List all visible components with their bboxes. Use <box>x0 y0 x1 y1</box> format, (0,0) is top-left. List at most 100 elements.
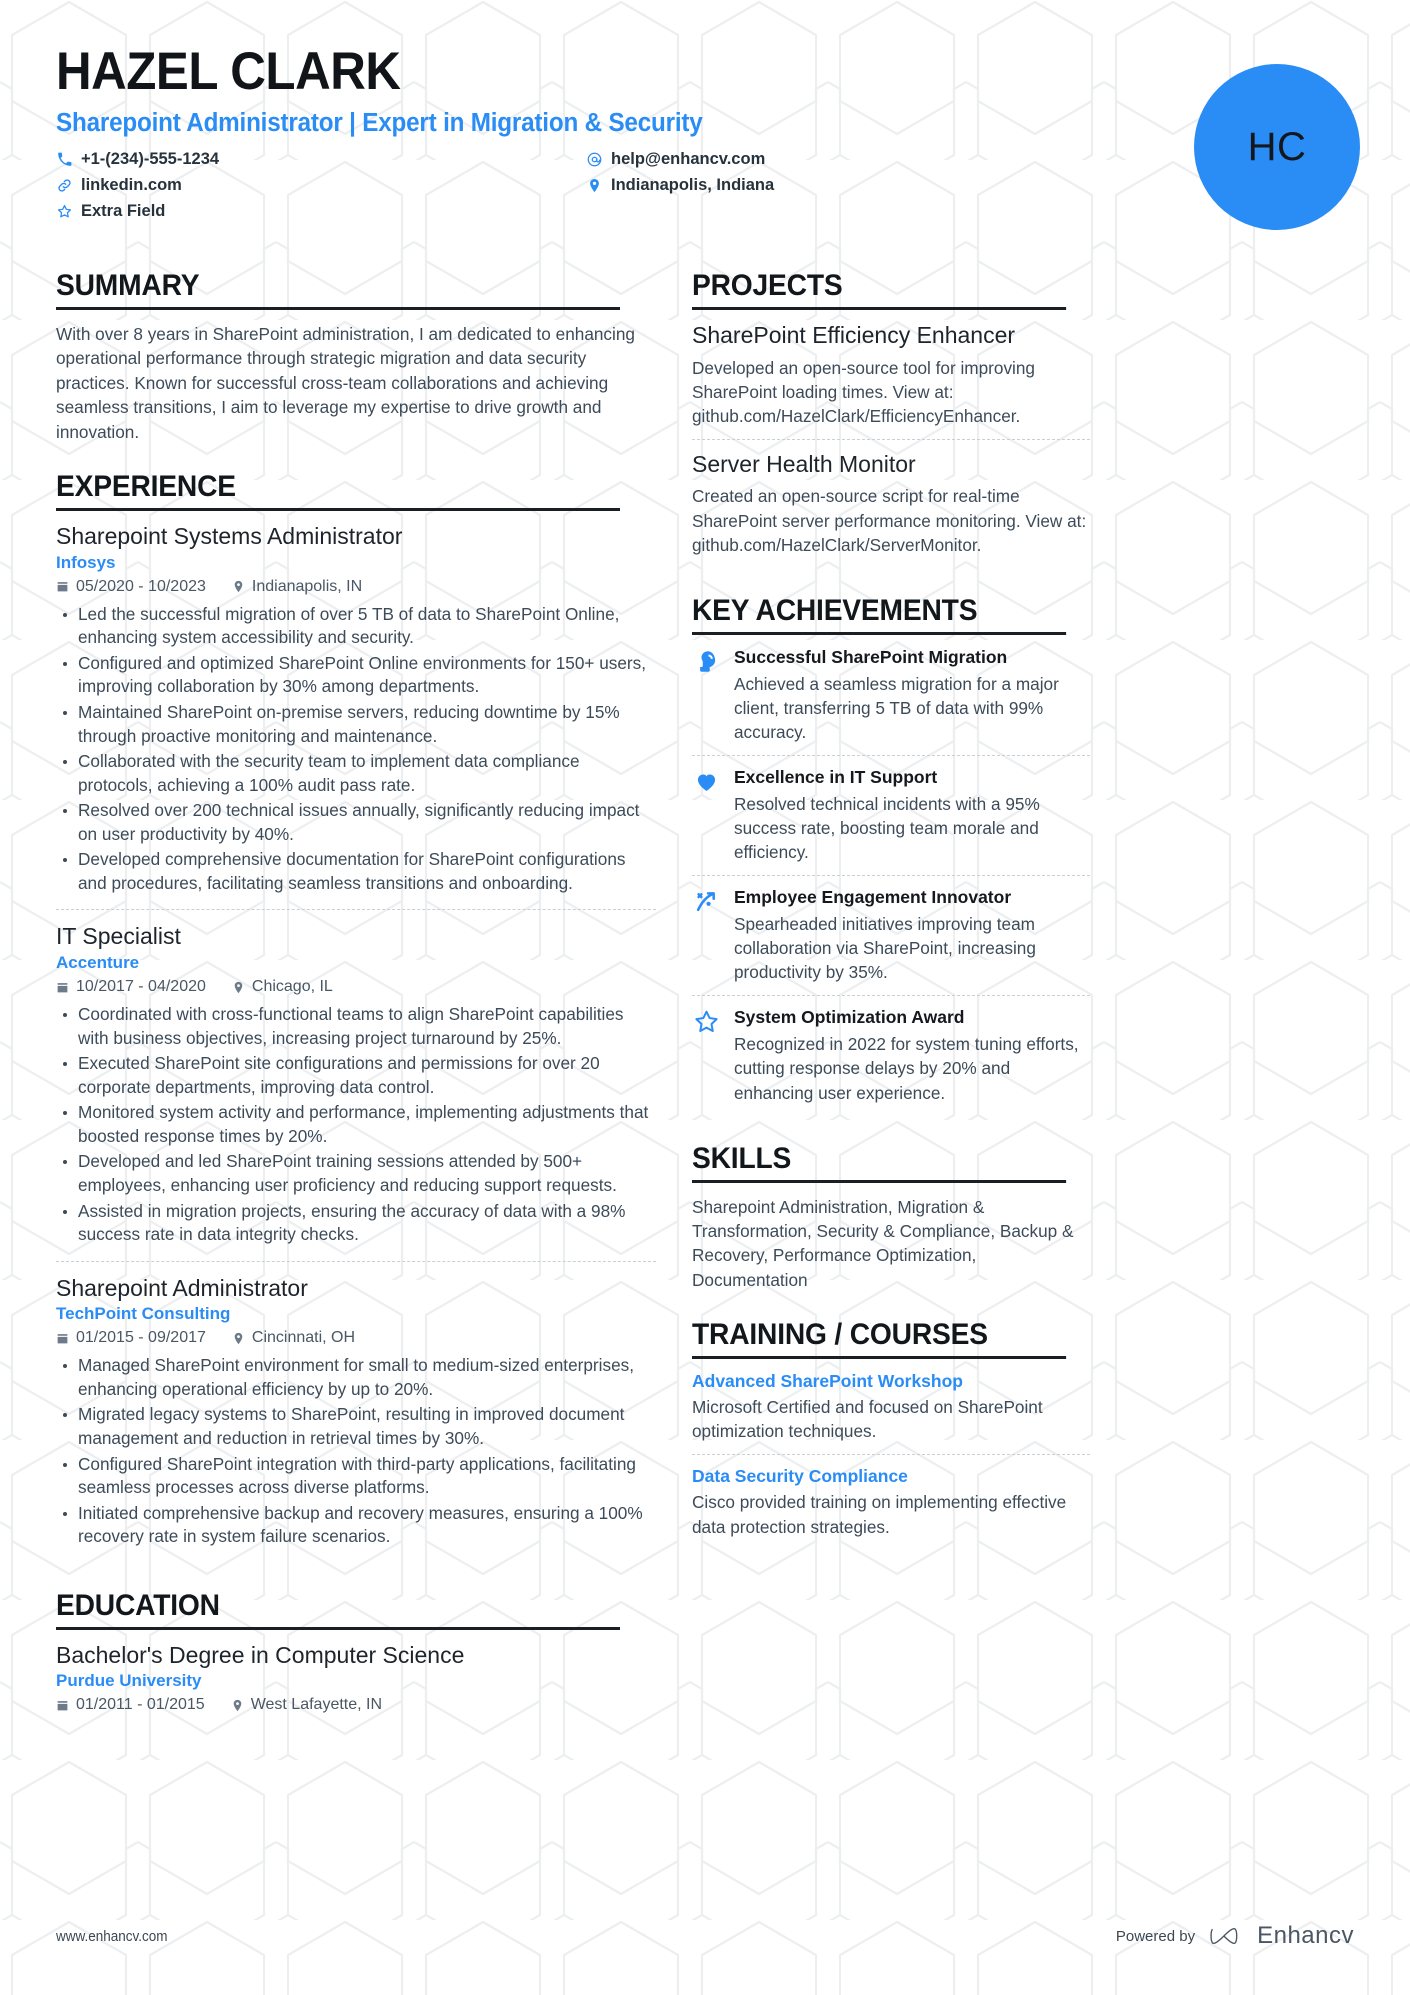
training-name[interactable]: Data Security Compliance <box>692 1466 1090 1487</box>
education-location: West Lafayette, IN <box>231 1696 382 1714</box>
section-title-experience: EXPERIENCE <box>56 470 620 512</box>
list-item: Resolved over 200 technical issues annua… <box>56 799 656 846</box>
list-item: Migrated legacy systems to SharePoint, r… <box>56 1403 656 1450</box>
section-summary: SUMMARY With over 8 years in SharePoint … <box>56 269 656 444</box>
section-title-education: EDUCATION <box>56 1589 620 1630</box>
experience-location: Cincinnati, OH <box>232 1329 355 1347</box>
experience-location-text: Cincinnati, OH <box>251 1329 356 1347</box>
section-training: TRAINING / COURSES Advanced SharePoint W… <box>692 1318 1090 1549</box>
link-icon <box>56 177 73 194</box>
experience-dates-text: 10/2017 - 04/2020 <box>76 978 206 996</box>
avatar-initials: HC <box>1247 124 1307 169</box>
project-name: Server Health Monitor <box>692 450 916 477</box>
resume-columns: SUMMARY With over 8 years in SharePoint … <box>56 269 1354 1759</box>
experience-location: Chicago, IL <box>232 978 333 996</box>
experience-dates-text: 01/2015 - 09/2017 <box>76 1329 206 1347</box>
footer-website[interactable]: www.enhancv.com <box>56 1928 168 1945</box>
contact-extra-field[interactable]: Extra Field <box>56 202 586 221</box>
list-item: Maintained SharePoint on-premise servers… <box>56 701 656 748</box>
section-experience: EXPERIENCE Sharepoint Systems Administra… <box>56 470 656 1563</box>
resume-page: HAZEL CLARK Sharepoint Administrator | E… <box>0 0 1410 1995</box>
experience-role: IT Specialist <box>56 923 181 950</box>
achievement-body: Employee Engagement Innovator Spearheade… <box>734 887 1090 984</box>
achievement-title: Excellence in IT Support <box>734 766 938 787</box>
summary-text: With over 8 years in SharePoint administ… <box>56 324 635 442</box>
resume-header: HAZEL CLARK Sharepoint Administrator | E… <box>56 42 1360 230</box>
experience-company[interactable]: Accenture <box>56 953 656 973</box>
section-key-achievements: KEY ACHIEVEMENTS Successful SharePoint M… <box>692 594 1090 1116</box>
experience-bullets: Managed SharePoint environment for small… <box>56 1354 656 1549</box>
list-item: Managed SharePoint environment for small… <box>56 1354 656 1401</box>
experience-meta: 05/2020 - 10/2023 Indianapolis, IN <box>56 578 656 596</box>
head-thought-icon <box>692 647 720 675</box>
achievement-description: Achieved a seamless migration for a majo… <box>734 673 1059 742</box>
location-icon <box>586 177 603 194</box>
experience-dates-text: 05/2020 - 10/2023 <box>76 577 206 595</box>
location-pin-icon <box>234 1332 243 1344</box>
achievement-item: Employee Engagement Innovator Spearheade… <box>692 875 1090 995</box>
project-name: SharePoint Efficiency Enhancer <box>692 322 1016 348</box>
star-icon <box>56 203 73 220</box>
enhancv-logo-icon <box>1209 1925 1243 1947</box>
experience-location: Indianapolis, IN <box>232 578 362 596</box>
achievement-body: Excellence in IT Support Resolved techni… <box>734 767 1090 864</box>
training-entry: Data Security Compliance Cisco provided … <box>692 1454 1090 1549</box>
contact-linkedin[interactable]: linkedin.com <box>56 176 586 195</box>
project-description: Created an open-source script for real-t… <box>692 486 1087 555</box>
calendar-icon <box>57 1701 68 1711</box>
education-dates: 01/2011 - 01/2015 <box>56 1696 205 1714</box>
list-item: Coordinated with cross-functional teams … <box>56 1003 656 1050</box>
footer-brand-name: Enhancv <box>1257 1922 1354 1949</box>
page-footer: www.enhancv.com Powered by Enhancv <box>0 1877 1410 1995</box>
education-school[interactable]: Purdue University <box>56 1671 656 1691</box>
avatar: HC <box>1194 64 1360 230</box>
contact-phone[interactable]: +1-(234)-555-1234 <box>56 150 586 169</box>
section-skills: SKILLS Sharepoint Administration, Migrat… <box>692 1142 1090 1293</box>
resume-content: HAZEL CLARK Sharepoint Administrator | E… <box>0 0 1410 1759</box>
star-outline-icon <box>692 1007 720 1035</box>
contact-details: +1-(234)-555-1234 help@enhancv.com linke… <box>56 150 1056 221</box>
experience-entry: Sharepoint Systems Administrator Infosys… <box>56 523 656 909</box>
education-location-text: West Lafayette, IN <box>250 1696 383 1714</box>
education-dates-text: 01/2011 - 01/2015 <box>76 1696 205 1714</box>
experience-company[interactable]: Infosys <box>56 553 656 573</box>
experience-location-text: Chicago, IL <box>251 978 333 996</box>
footer-branding: Powered by Enhancv <box>1116 1922 1354 1950</box>
left-column: SUMMARY With over 8 years in SharePoint … <box>56 269 656 1759</box>
list-item: Collaborated with the security team to i… <box>56 750 656 797</box>
experience-company[interactable]: TechPoint Consulting <box>56 1304 656 1324</box>
list-item: Configured SharePoint integration with t… <box>56 1453 656 1500</box>
achievement-description: Recognized in 2022 for system tuning eff… <box>734 1034 1079 1103</box>
experience-role: Sharepoint Administrator <box>56 1274 308 1301</box>
contact-phone-text: +1-(234)-555-1234 <box>81 149 220 168</box>
training-name[interactable]: Advanced SharePoint Workshop <box>692 1371 1090 1392</box>
professional-headline: Sharepoint Administrator | Expert in Mig… <box>56 108 703 137</box>
list-item: Led the successful migration of over 5 T… <box>56 603 656 650</box>
page-title: HAZEL CLARK <box>56 42 401 101</box>
email-icon <box>586 151 603 168</box>
section-education: EDUCATION Bachelor's Degree in Computer … <box>56 1589 656 1734</box>
footer-powered-by: Powered by <box>1115 1927 1196 1945</box>
experience-bullets: Led the successful migration of over 5 T… <box>56 603 656 896</box>
education-meta: 01/2011 - 01/2015 West Lafayette, IN <box>56 1696 656 1714</box>
contact-location[interactable]: Indianapolis, Indiana <box>586 176 1056 195</box>
location-pin-icon <box>234 981 243 993</box>
heart-icon <box>692 767 720 795</box>
contact-email[interactable]: help@enhancv.com <box>586 150 1056 169</box>
location-pin-icon <box>234 581 243 593</box>
experience-location-text: Indianapolis, IN <box>251 577 363 595</box>
experience-bullets: Coordinated with cross-functional teams … <box>56 1003 656 1247</box>
list-item: Monitored system activity and performanc… <box>56 1101 656 1148</box>
list-item: Configured and optimized SharePoint Onli… <box>56 652 656 699</box>
section-projects: PROJECTS SharePoint Efficiency Enhancer … <box>692 269 1090 568</box>
list-item: Initiated comprehensive backup and recov… <box>56 1502 656 1549</box>
experience-dates: 01/2015 - 09/2017 <box>56 1329 206 1347</box>
experience-dates: 10/2017 - 04/2020 <box>56 978 206 996</box>
achievement-title: System Optimization Award <box>734 1007 965 1028</box>
skills-text: Sharepoint Administration, Migration & T… <box>692 1196 1074 1290</box>
achievement-title: Employee Engagement Innovator <box>734 887 1012 908</box>
achievement-body: System Optimization Award Recognized in … <box>734 1007 1090 1104</box>
contact-linkedin-text: linkedin.com <box>81 175 182 194</box>
achievement-description: Spearheaded initiatives improving team c… <box>734 914 1036 983</box>
section-title-summary: SUMMARY <box>56 269 620 310</box>
